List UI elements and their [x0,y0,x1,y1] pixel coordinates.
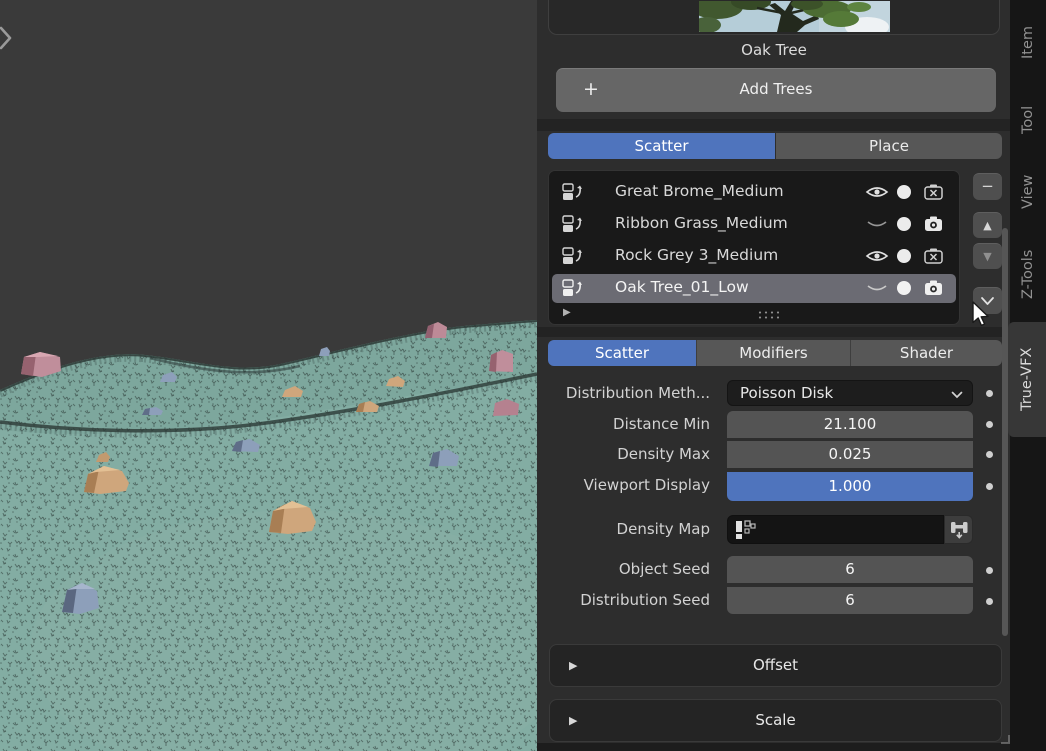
tab-view[interactable]: View [1010,163,1046,221]
distribution-seed-label: Distribution Seed [537,587,710,614]
tab-truevfx[interactable]: True-VFX [1008,322,1046,437]
distance-min-label: Distance Min [537,411,710,438]
keyframe-dot[interactable] [986,390,993,397]
list-expand-triangle-icon[interactable]: ▶ [563,307,571,318]
tab-view-label: View [1020,175,1036,209]
tab-tool[interactable]: Tool [1010,93,1046,147]
scatter-system-icon [561,214,585,234]
scatter-system-icon [561,182,585,202]
tab-tool-label: Tool [1020,106,1036,134]
tab-scatter-settings-label: Scatter [595,344,649,362]
mouse-cursor [971,301,991,329]
tab-modifiers[interactable]: Modifiers [696,340,851,366]
blender-window: Oak Tree + Add Trees Scatter Place Grea [0,0,1046,751]
weight-paint-button[interactable] [944,515,973,544]
truevfx-sidebar: Oak Tree + Add Trees Scatter Place Grea [537,0,1010,751]
object-seed-label: Object Seed [537,556,710,583]
eye-open-icon[interactable] [864,246,890,266]
scatter-item-name: Rock Grey 3_Medium [615,246,778,264]
list-item[interactable]: Rock Grey 3_Medium [552,242,956,271]
list-resize-grip[interactable] [757,310,779,319]
tab-scatter-settings[interactable]: Scatter [548,340,696,366]
remove-item-button[interactable]: − [973,173,1002,200]
camera-disabled-icon[interactable] [922,182,946,202]
asset-preview-box[interactable] [548,0,1000,35]
arrow-up-icon: ▲ [973,213,1002,238]
distance-min-field[interactable]: 21.100 [727,411,973,438]
camera-icon[interactable] [922,214,946,234]
viewport-display-label: Viewport Display [537,472,710,499]
chevron-down-icon [951,391,963,399]
dot-icon[interactable] [895,278,913,298]
scatter-system-list: Great Brome_Medium [548,170,960,325]
tab-shader[interactable]: Shader [851,340,1002,366]
scatter-item-name: Ribbon Grass_Medium [615,214,788,232]
density-map-label: Density Map [537,516,710,543]
camera-disabled-icon[interactable] [922,246,946,266]
scale-section-label: Scale [550,711,1001,729]
eye-open-icon[interactable] [864,182,890,202]
tab-place-mode[interactable]: Place [776,133,1002,159]
keyframe-dot[interactable] [986,451,993,458]
density-max-field[interactable]: 0.025 [727,441,973,468]
3d-viewport[interactable] [0,0,537,751]
weight-paint-icon [946,517,973,544]
panel-gap [537,327,1010,337]
viewport-display-slider[interactable]: 1.000 [727,472,973,501]
offset-section-header[interactable]: ▶ Offset [549,644,1002,687]
dot-icon[interactable] [895,214,913,234]
sidebar-tab-strip: Item Tool View Z-Tools True-VFX [1010,0,1046,751]
minus-icon: − [973,174,1002,199]
distribution-method-label: Distribution Meth... [537,380,710,407]
camera-icon[interactable] [922,278,946,298]
move-down-button[interactable]: ▼ [973,243,1002,269]
tab-ztools-label: Z-Tools [1020,249,1036,298]
scale-section-header[interactable]: ▶ Scale [549,699,1002,742]
tab-place-mode-label: Place [869,137,909,155]
add-trees-label: Add Trees [556,80,996,98]
object-seed-field[interactable]: 6 [727,556,973,583]
panel-resize-corner[interactable] [1001,735,1010,744]
tab-truevfx-label: True-VFX [1019,348,1035,411]
density-max-label: Density Max [537,441,710,468]
scatter-item-name: Great Brome_Medium [615,182,784,200]
list-item[interactable]: Ribbon Grass_Medium [552,210,956,239]
eye-closed-icon[interactable] [864,278,890,298]
distribution-seed-field[interactable]: 6 [727,587,973,614]
eye-closed-icon[interactable] [864,214,890,234]
tab-modifiers-label: Modifiers [739,344,807,362]
arrow-down-icon: ▼ [973,244,1002,269]
tab-ztools[interactable]: Z-Tools [1010,234,1046,314]
asset-preview-image [699,1,890,32]
dot-icon[interactable] [895,182,913,202]
keyframe-dot[interactable] [986,421,993,428]
panel-gap [537,119,1010,131]
scatter-system-icon [561,278,585,298]
tab-scatter-mode[interactable]: Scatter [548,133,775,159]
tab-item[interactable]: Item [1010,14,1046,70]
tab-item-label: Item [1020,26,1036,59]
sidebar-expand-chevron-icon[interactable] [0,25,13,51]
vertex-group-icon [734,519,758,541]
add-trees-button[interactable]: + Add Trees [556,68,996,112]
tab-shader-label: Shader [900,344,953,362]
dot-icon[interactable] [895,246,913,266]
density-map-field[interactable] [727,515,944,544]
asset-preview-name: Oak Tree [548,40,1000,60]
scatter-item-name: Oak Tree_01_Low [615,278,749,296]
keyframe-dot[interactable] [986,483,993,490]
tab-scatter-mode-label: Scatter [634,137,688,155]
list-item-selected[interactable]: Oak Tree_01_Low [552,274,956,303]
scatter-system-icon [561,246,585,266]
offset-section-label: Offset [550,656,1001,674]
keyframe-dot[interactable] [986,567,993,574]
distribution-method-value: Poisson Disk [740,384,833,402]
keyframe-dot[interactable] [986,598,993,605]
sidebar-bottom-edge [537,743,1010,751]
list-item[interactable]: Great Brome_Medium [552,178,956,207]
distribution-method-dropdown[interactable]: Poisson Disk [727,380,973,406]
move-up-button[interactable]: ▲ [973,212,1002,238]
terrain-render [0,0,537,751]
